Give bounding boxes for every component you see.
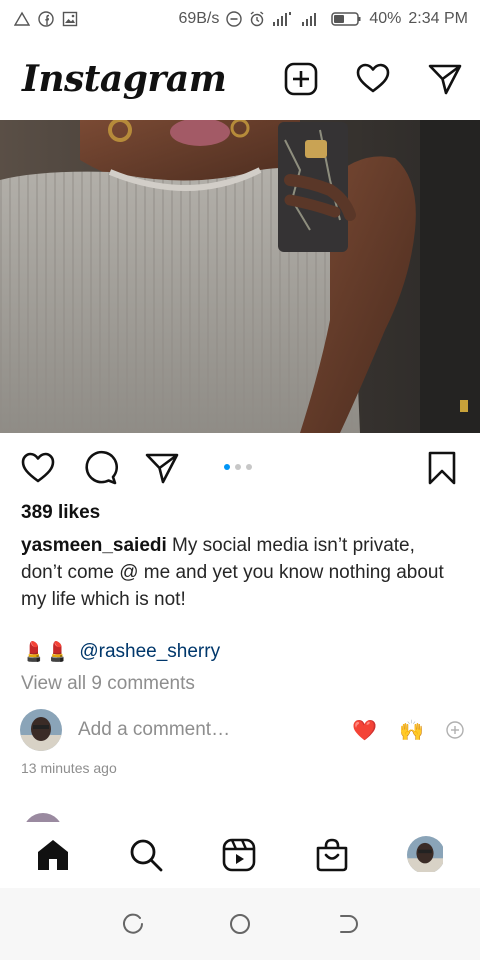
battery-icon — [331, 12, 361, 26]
share-icon[interactable] — [144, 450, 180, 486]
back-icon[interactable] — [335, 912, 359, 936]
dnd-icon — [226, 11, 243, 27]
view-all-comments-link[interactable]: View all 9 comments — [21, 673, 195, 695]
comment-icon[interactable] — [82, 450, 118, 486]
home-icon[interactable] — [35, 837, 71, 873]
heart-icon[interactable] — [356, 62, 390, 96]
direct-message-icon[interactable] — [428, 62, 462, 96]
status-left — [14, 11, 78, 27]
like-count[interactable]: 389 likes — [21, 502, 100, 524]
alarm-icon — [250, 11, 264, 27]
tag-line: 💄💄 @rashee_sherry — [22, 640, 220, 664]
bottom-navigation — [0, 822, 480, 888]
header-actions — [284, 62, 462, 96]
quick-reaction-raised-hands[interactable]: 🙌 — [399, 718, 424, 743]
comment-input[interactable]: Add a comment… — [78, 719, 230, 741]
carousel-dot — [235, 464, 241, 470]
reels-icon[interactable] — [221, 837, 257, 873]
recents-icon[interactable] — [121, 912, 145, 936]
carousel-indicator — [224, 464, 252, 470]
next-post-avatar — [22, 812, 64, 822]
status-right: 69B/s 40% 2:34 PM — [178, 10, 468, 28]
status-bar: 69B/s 40% 2:34 PM — [0, 0, 480, 38]
app-header: Instagram — [0, 44, 480, 114]
bookmark-icon[interactable] — [424, 450, 460, 486]
carousel-dot-active — [224, 464, 230, 470]
warning-triangle-icon — [14, 11, 30, 26]
new-post-icon[interactable] — [284, 62, 318, 96]
instagram-logo[interactable]: Instagram — [22, 58, 227, 100]
facebook-icon — [38, 11, 54, 27]
home-circle-icon[interactable] — [228, 912, 252, 936]
gallery-icon — [62, 11, 78, 27]
shop-icon[interactable] — [314, 837, 350, 873]
post-caption: yasmeen_saiedi My social media isn’t pri… — [21, 532, 461, 613]
quick-reactions: ❤️ 🙌 — [352, 718, 464, 743]
signal-icon — [273, 12, 292, 26]
system-navigation — [0, 888, 480, 960]
post-actions-left — [20, 450, 180, 486]
more-reactions-icon[interactable] — [446, 721, 464, 739]
like-heart-icon[interactable] — [20, 450, 56, 486]
quick-reaction-heart[interactable]: ❤️ — [352, 718, 377, 743]
post-photo[interactable] — [0, 120, 480, 433]
profile-avatar[interactable] — [407, 836, 445, 874]
caption-username[interactable]: yasmeen_saiedi — [21, 535, 167, 556]
post-actions — [0, 446, 480, 490]
clock: 2:34 PM — [408, 10, 468, 27]
lipstick-emoji: 💄💄 — [22, 642, 70, 663]
carousel-dot — [246, 464, 252, 470]
net-speed: 69B/s — [178, 10, 220, 27]
post-timestamp: 13 minutes ago — [21, 760, 117, 776]
signal-icon — [302, 13, 317, 26]
search-icon[interactable] — [128, 837, 164, 873]
battery-percent: 40% — [369, 10, 402, 27]
mention-link[interactable]: @rashee_sherry — [79, 641, 220, 663]
add-comment-row: Add a comment… ❤️ 🙌 — [20, 708, 464, 752]
post-photo-illustration — [0, 120, 480, 433]
user-avatar — [20, 709, 62, 751]
